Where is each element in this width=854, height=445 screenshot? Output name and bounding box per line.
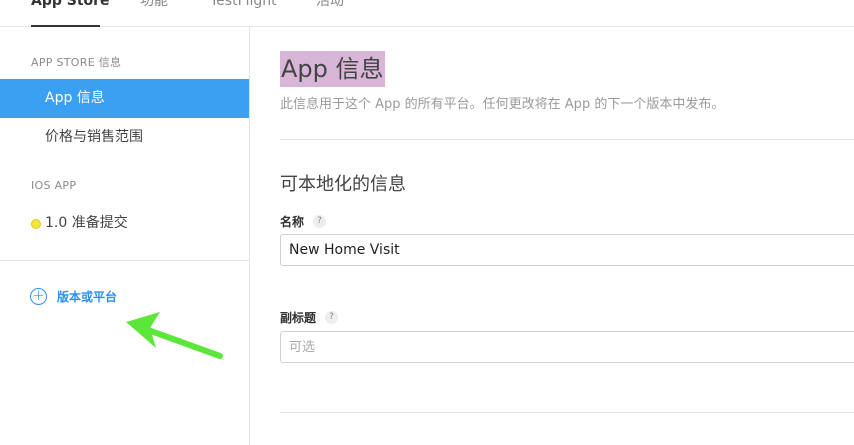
sidebar-item-label: App 信息 [45,90,105,106]
add-version-or-platform-button[interactable]: + 版本或平台 [30,287,117,305]
section-label-app-store: APP STORE 信息 [31,56,122,69]
top-navigation: App Store 功能 TestFlight 活动 [0,0,854,27]
subtitle-label-text: 副标题 [280,311,317,325]
tab-activity[interactable]: 活动 [316,0,344,11]
name-label-text: 名称 [280,215,305,229]
help-icon[interactable]: ? [313,215,327,228]
page-title: App 信息 [280,51,385,87]
section-label-ios-app: IOS APP [31,179,77,192]
status-dot-icon [31,219,41,229]
page-subtitle: 此信息用于这个 App 的所有平台。任何更改将在 App 的下一个版本中发布。 [280,97,725,112]
sidebar-item-label: 价格与销售范围 [45,129,143,145]
tab-features[interactable]: 功能 [140,0,168,11]
sidebar-item-pricing[interactable]: 价格与销售范围 [0,118,249,157]
sidebar-item-ios-version[interactable]: 1.0 准备提交 [0,204,249,243]
sidebar-item-app-info[interactable]: App 信息 [0,79,249,118]
plus-circle-icon: + [30,287,47,305]
sidebar-divider [0,260,249,261]
divider [280,139,854,140]
tab-app-store[interactable]: App Store [31,0,110,11]
help-icon[interactable]: ? [325,311,339,324]
tab-testflight[interactable]: TestFlight [210,0,277,11]
name-input[interactable] [280,234,854,266]
annotation-arrow-icon [126,312,223,359]
name-field-label: 名称 ? [280,213,327,230]
subtitle-field-label: 副标题 ? [280,309,339,326]
subtitle-input[interactable] [280,331,854,363]
main-content: App 信息 此信息用于这个 App 的所有平台。任何更改将在 App 的下一个… [250,27,854,445]
sidebar-item-label: 1.0 准备提交 [45,215,128,231]
section-heading-localizable: 可本地化的信息 [280,174,406,195]
divider [280,412,854,413]
add-version-label: 版本或平台 [57,289,118,304]
sidebar: APP STORE 信息 App 信息 价格与销售范围 IOS APP 1.0 … [0,27,250,445]
